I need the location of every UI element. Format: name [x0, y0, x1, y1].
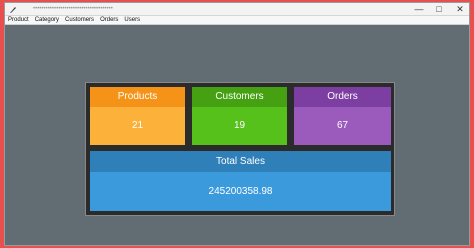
total-sales-card: Total Sales 245200358.98 [90, 151, 391, 211]
minimize-button[interactable]: — [409, 3, 429, 15]
customers-card-value: 19 [192, 107, 287, 145]
orders-card-title: Orders [294, 87, 391, 107]
products-card: Products 21 [90, 87, 185, 145]
orders-card: Orders 67 [294, 87, 391, 145]
menu-product[interactable]: Product [5, 16, 32, 25]
menu-category[interactable]: Category [32, 16, 62, 25]
customers-card-title: Customers [192, 87, 287, 107]
menu-orders[interactable]: Orders [97, 16, 121, 25]
menu-bar: Product Category Customers Orders Users [5, 16, 469, 25]
dashboard-panel: Products 21 Customers 19 Orders 67 Total… [85, 82, 395, 216]
title-bar: •••••••••••••••••••••••••••••••••••••• —… [5, 3, 469, 16]
products-card-value: 21 [90, 107, 185, 145]
close-button[interactable]: ✕ [449, 3, 471, 15]
total-sales-value: 245200358.98 [90, 172, 391, 211]
customers-card: Customers 19 [192, 87, 287, 145]
total-sales-title: Total Sales [90, 151, 391, 172]
maximize-button[interactable]: □ [429, 3, 449, 15]
menu-users[interactable]: Users [121, 16, 143, 25]
orders-card-value: 67 [294, 107, 391, 145]
menu-customers[interactable]: Customers [62, 16, 97, 25]
feather-icon [8, 5, 17, 14]
app-window: •••••••••••••••••••••••••••••••••••••• —… [4, 2, 470, 246]
window-title: •••••••••••••••••••••••••••••••••••••• [33, 6, 113, 12]
products-card-title: Products [90, 87, 185, 107]
